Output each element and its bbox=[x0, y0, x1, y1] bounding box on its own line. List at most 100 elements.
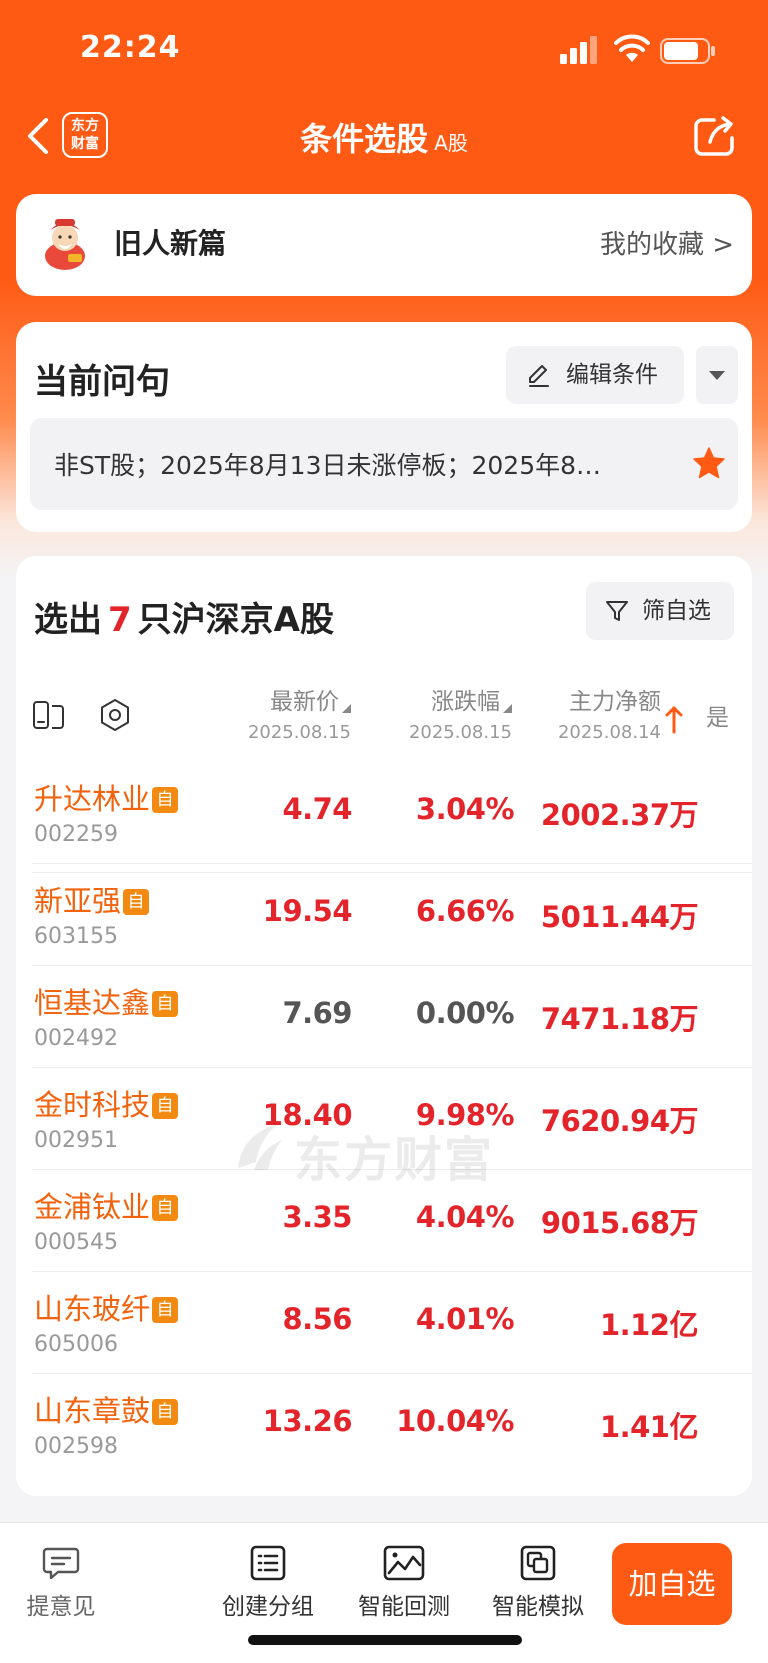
change-header-date: 2025.08.15 bbox=[408, 722, 512, 743]
cellular-signal-icon bbox=[560, 36, 597, 64]
query-dropdown-button[interactable] bbox=[696, 346, 738, 404]
price-change: 6.66% bbox=[415, 894, 515, 928]
copy-icon bbox=[520, 1545, 556, 1581]
net-header-label: 主力净额 bbox=[569, 689, 661, 715]
results-suffix: 只沪深京A股 bbox=[137, 600, 334, 640]
query-text-box[interactable]: 非ST股；2025年8月13日未涨停板；2025年8… bbox=[30, 418, 738, 510]
change-header-label: 涨跌幅 bbox=[431, 689, 500, 715]
watchlist-tag: 自 bbox=[152, 1093, 179, 1119]
create-group-label: 创建分组 bbox=[222, 1594, 314, 1620]
table-row[interactable]: 山东玻纤自 605006 8.56 4.01% 1.12亿 bbox=[16, 1272, 752, 1374]
table-row[interactable]: 升达林业自 002259 4.74 3.04% 2002.37万 bbox=[16, 762, 752, 864]
column-header-more[interactable]: 是 bbox=[706, 698, 729, 732]
current-query-card: 当前问句 编辑条件 非ST股；2025年8月13日未涨停板；2025年8… bbox=[16, 322, 752, 532]
watchlist-tag: 自 bbox=[152, 1297, 179, 1323]
watchlist-tag: 自 bbox=[152, 1195, 179, 1221]
main-net-flow: 5011.44万 bbox=[540, 900, 699, 934]
latest-price: 4.74 bbox=[282, 792, 352, 826]
stock-name-text: 山东玻纤 bbox=[34, 1292, 151, 1326]
chevron-down-icon bbox=[709, 371, 725, 380]
top-nav-bar: 东方 财富 条件选股 A股 bbox=[0, 100, 768, 180]
stock-name-text: 金浦钛业 bbox=[34, 1190, 151, 1224]
table-row[interactable]: 新亚强自 603155 19.54 6.66% 5011.44万 bbox=[16, 864, 752, 966]
price-change: 3.04% bbox=[415, 792, 515, 826]
stock-code: 002951 bbox=[34, 1128, 118, 1153]
query-text: 非ST股；2025年8月13日未涨停板；2025年8… bbox=[54, 451, 602, 480]
stock-name[interactable]: 山东玻纤自 bbox=[34, 1286, 179, 1328]
stock-name-text: 新亚强 bbox=[34, 884, 122, 918]
add-to-watchlist-button[interactable]: 加自选 bbox=[612, 1543, 732, 1625]
create-group-button[interactable]: 创建分组 bbox=[204, 1545, 332, 1621]
star-icon[interactable] bbox=[692, 446, 726, 480]
edit-pencil-icon bbox=[529, 365, 549, 387]
filter-watchlist-button[interactable]: 筛自选 bbox=[586, 582, 734, 640]
price-change: 4.01% bbox=[415, 1302, 515, 1336]
stock-code: 002492 bbox=[34, 1026, 118, 1051]
page-title: 条件选股 A股 bbox=[0, 114, 768, 160]
latest-price: 13.26 bbox=[262, 1404, 353, 1438]
home-indicator bbox=[248, 1635, 522, 1645]
column-header-net-flow[interactable]: 主力净额 2025.08.14 bbox=[511, 682, 661, 743]
price-change: 0.00% bbox=[415, 996, 515, 1030]
status-time: 22:24 bbox=[80, 30, 181, 65]
query-title: 当前问句 bbox=[34, 362, 170, 402]
stock-name-text: 金时科技 bbox=[34, 1088, 151, 1122]
edit-conditions-label: 编辑条件 bbox=[566, 362, 658, 388]
feedback-label: 提意见 bbox=[26, 1594, 96, 1620]
stock-name[interactable]: 恒基达鑫自 bbox=[34, 980, 179, 1022]
layout-switch-icon[interactable] bbox=[32, 698, 66, 732]
table-header: 最新价 2025.08.15 涨跌幅 2025.08.15 主力净额 2025.… bbox=[16, 668, 752, 873]
filter-watchlist-label: 筛自选 bbox=[642, 598, 711, 624]
price-header-label: 最新价 bbox=[270, 689, 339, 715]
stock-code: 603155 bbox=[34, 924, 118, 949]
sort-icon bbox=[342, 704, 351, 713]
list-icon bbox=[250, 1545, 286, 1581]
stock-name[interactable]: 金时科技自 bbox=[34, 1082, 179, 1124]
favorite-strategy-card[interactable]: 旧人新篇 我的收藏 > bbox=[16, 194, 752, 296]
watermark-text: 东方财富 bbox=[294, 1132, 495, 1188]
column-header-price[interactable]: 最新价 2025.08.15 bbox=[201, 682, 351, 743]
sort-ascending-arrow-icon[interactable] bbox=[664, 704, 684, 734]
watchlist-tag: 自 bbox=[152, 1399, 179, 1425]
smart-backtest-button[interactable]: 智能回测 bbox=[340, 1545, 468, 1621]
share-icon[interactable] bbox=[692, 114, 738, 158]
main-net-flow: 1.41亿 bbox=[599, 1410, 699, 1444]
watchlist-tag: 自 bbox=[123, 889, 150, 915]
price-change: 4.04% bbox=[415, 1200, 515, 1234]
main-net-flow: 1.12亿 bbox=[599, 1308, 699, 1342]
watermark-logo-icon bbox=[238, 1124, 282, 1170]
latest-price: 3.35 bbox=[282, 1200, 352, 1234]
favorite-name: 旧人新篇 bbox=[114, 227, 227, 260]
main-net-flow: 9015.68万 bbox=[540, 1206, 699, 1240]
stock-name-text: 恒基达鑫 bbox=[34, 986, 151, 1020]
column-header-change[interactable]: 涨跌幅 2025.08.15 bbox=[356, 682, 512, 743]
stock-name-text: 升达林业 bbox=[34, 782, 151, 816]
my-favorites-link[interactable]: 我的收藏 > bbox=[600, 224, 734, 261]
status-bar: 22:24 bbox=[0, 0, 768, 100]
settings-icon[interactable] bbox=[98, 698, 132, 732]
table-row[interactable]: 恒基达鑫自 002492 7.69 0.00% 7471.18万 bbox=[16, 966, 752, 1068]
stock-name[interactable]: 金浦钛业自 bbox=[34, 1184, 179, 1226]
results-card: 选出 7 只沪深京A股 筛自选 最新价 2025.08.15 涨跌幅 2025.08… bbox=[16, 556, 752, 1496]
wifi-icon bbox=[614, 34, 650, 62]
stock-name[interactable]: 山东章鼓自 bbox=[34, 1388, 179, 1430]
edit-conditions-button[interactable]: 编辑条件 bbox=[506, 346, 684, 404]
filter-icon bbox=[606, 601, 628, 621]
watchlist-tag: 自 bbox=[152, 787, 179, 813]
page-title-market: A股 bbox=[434, 131, 468, 155]
watermark: 东方财富 bbox=[232, 1118, 532, 1188]
feedback-button[interactable]: 提意见 bbox=[16, 1545, 106, 1621]
stock-name[interactable]: 新亚强自 bbox=[34, 878, 150, 920]
chart-image-icon bbox=[383, 1545, 425, 1581]
smart-simulation-button[interactable]: 智能模拟 bbox=[474, 1545, 602, 1621]
stock-name[interactable]: 升达林业自 bbox=[34, 776, 179, 818]
smart-backtest-label: 智能回测 bbox=[358, 1594, 450, 1620]
feedback-icon bbox=[42, 1547, 80, 1580]
results-title: 选出 7 只沪深京A股 bbox=[34, 592, 334, 641]
avatar bbox=[45, 219, 85, 270]
latest-price: 7.69 bbox=[282, 996, 352, 1030]
table-row[interactable]: 山东章鼓自 002598 13.26 10.04% 1.41亿 bbox=[16, 1374, 752, 1476]
page-title-main: 条件选股 bbox=[300, 120, 429, 158]
main-net-flow: 7471.18万 bbox=[540, 1002, 699, 1036]
net-header-date: 2025.08.14 bbox=[557, 722, 661, 743]
